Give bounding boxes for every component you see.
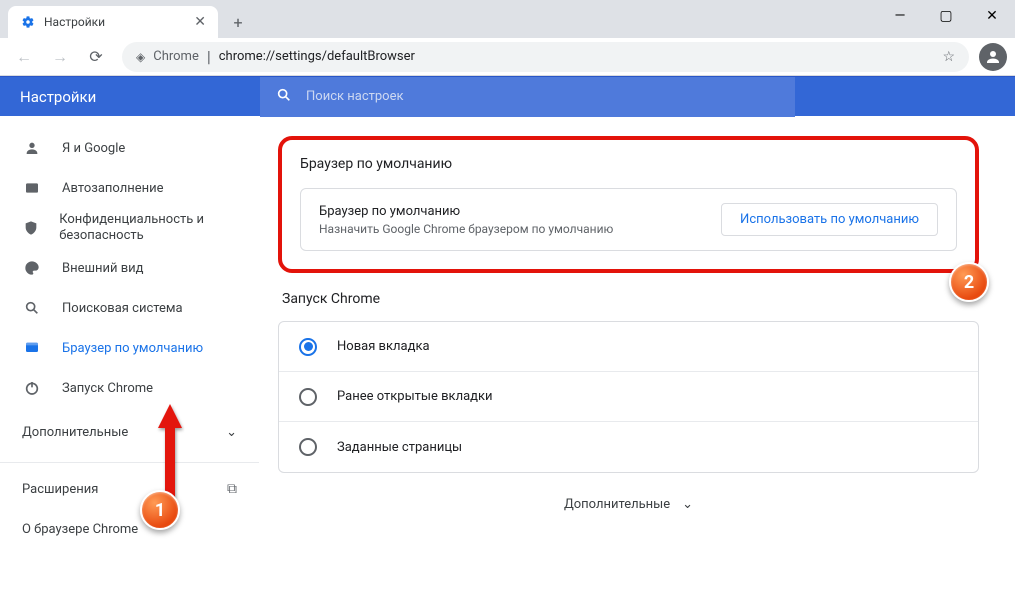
footer-advanced-toggle[interactable]: Дополнительные ⌄ bbox=[278, 497, 979, 512]
sidebar-item-label: Конфиденциальность и безопасность bbox=[59, 212, 259, 243]
close-icon[interactable]: ✕ bbox=[194, 14, 206, 30]
footer-advanced-label: Дополнительные bbox=[564, 497, 670, 512]
search-icon bbox=[276, 87, 292, 107]
sidebar-item-search[interactable]: Поисковая система bbox=[0, 288, 259, 328]
sidebar-item-label: Запуск Chrome bbox=[62, 381, 153, 396]
forward-button[interactable]: → bbox=[44, 41, 76, 73]
radio-unchecked-icon[interactable] bbox=[299, 438, 317, 456]
annotation-badge-1: 1 bbox=[140, 490, 180, 530]
card-subtitle: Назначить Google Chrome браузером по умо… bbox=[319, 222, 613, 236]
radio-checked-icon[interactable] bbox=[299, 338, 317, 356]
browser-tab[interactable]: Настройки ✕ bbox=[8, 6, 218, 38]
search-icon bbox=[22, 300, 42, 316]
sidebar-item-autofill[interactable]: Автозаполнение bbox=[0, 168, 259, 208]
startup-option-continue[interactable]: Ранее открытые вкладки bbox=[279, 372, 978, 422]
radio-label: Заданные страницы bbox=[337, 440, 462, 455]
person-icon bbox=[22, 140, 42, 156]
close-window-button[interactable]: ✕ bbox=[969, 0, 1015, 32]
startup-options-card: Новая вкладка Ранее открытые вкладки Зад… bbox=[278, 321, 979, 473]
page-title: Настройки bbox=[0, 88, 260, 106]
sidebar-item-label: Я и Google bbox=[62, 141, 125, 156]
sidebar-item-label: Поисковая система bbox=[62, 301, 183, 316]
startup-section-title: Запуск Chrome bbox=[282, 291, 979, 307]
window-controls: — ▢ ✕ bbox=[877, 0, 1015, 32]
settings-header: Настройки bbox=[0, 76, 1015, 116]
card-title: Браузер по умолчанию bbox=[319, 204, 613, 219]
extensions-label: Расширения bbox=[22, 482, 98, 497]
titlebar: Настройки ✕ + — ▢ ✕ bbox=[0, 0, 1015, 38]
tab-title: Настройки bbox=[44, 15, 186, 29]
palette-icon bbox=[22, 260, 42, 276]
search-input[interactable] bbox=[306, 89, 779, 104]
url-prefix: Chrome bbox=[153, 49, 199, 64]
sidebar-advanced-toggle[interactable]: Дополнительные ⌄ bbox=[0, 408, 259, 456]
default-browser-section-title: Браузер по умолчанию bbox=[300, 156, 957, 172]
toolbar: ← → ⟳ ◈ Chrome | chrome://settings/defau… bbox=[0, 38, 1015, 76]
sidebar-item-startup[interactable]: Запуск Chrome bbox=[0, 368, 259, 408]
maximize-button[interactable]: ▢ bbox=[923, 0, 969, 32]
sidebar-item-label: Внешний вид bbox=[62, 261, 144, 276]
shield-icon bbox=[22, 220, 39, 236]
main-content: Браузер по умолчанию Браузер по умолчани… bbox=[260, 76, 1015, 599]
sidebar-item-label: Браузер по умолчанию bbox=[62, 341, 203, 356]
address-bar[interactable]: ◈ Chrome | chrome://settings/defaultBrow… bbox=[122, 42, 969, 72]
about-label: О браузере Chrome bbox=[22, 522, 138, 537]
advanced-label: Дополнительные bbox=[22, 425, 128, 440]
divider bbox=[0, 462, 259, 463]
chevron-down-icon: ⌄ bbox=[226, 425, 237, 440]
settings-search[interactable] bbox=[260, 77, 795, 117]
default-browser-card: Браузер по умолчанию Назначить Google Ch… bbox=[300, 188, 957, 251]
sidebar-item-appearance[interactable]: Внешний вид bbox=[0, 248, 259, 288]
bookmark-icon[interactable]: ☆ bbox=[942, 49, 955, 65]
sidebar-about-link[interactable]: О браузере Chrome bbox=[0, 509, 259, 549]
autofill-icon bbox=[22, 180, 42, 196]
reload-button[interactable]: ⟳ bbox=[80, 41, 112, 73]
external-link-icon: ⧉ bbox=[227, 481, 237, 497]
browser-icon bbox=[22, 340, 42, 356]
make-default-button[interactable]: Использовать по умолчанию bbox=[721, 203, 938, 236]
new-tab-button[interactable]: + bbox=[224, 8, 252, 36]
back-button[interactable]: ← bbox=[8, 41, 40, 73]
startup-option-specific[interactable]: Заданные страницы bbox=[279, 422, 978, 472]
radio-unchecked-icon[interactable] bbox=[299, 388, 317, 406]
minimize-button[interactable]: — bbox=[877, 0, 923, 32]
radio-label: Новая вкладка bbox=[337, 339, 430, 354]
sidebar-item-label: Автозаполнение bbox=[62, 181, 164, 196]
sidebar: Я и Google Автозаполнение Конфиденциальн… bbox=[0, 76, 260, 599]
sidebar-item-privacy[interactable]: Конфиденциальность и безопасность bbox=[0, 208, 259, 248]
url-path: chrome://settings/defaultBrowser bbox=[219, 49, 415, 64]
chevron-down-icon: ⌄ bbox=[682, 497, 693, 512]
sidebar-item-default-browser[interactable]: Браузер по умолчанию bbox=[0, 328, 259, 368]
radio-label: Ранее открытые вкладки bbox=[337, 389, 493, 404]
highlighted-section: Браузер по умолчанию Браузер по умолчани… bbox=[278, 136, 979, 273]
startup-option-newtab[interactable]: Новая вкладка bbox=[279, 322, 978, 372]
annotation-badge-2: 2 bbox=[949, 262, 989, 302]
power-icon bbox=[22, 380, 42, 396]
sidebar-extensions-link[interactable]: Расширения ⧉ bbox=[0, 469, 259, 509]
gear-icon bbox=[20, 14, 36, 30]
sidebar-item-you-and-google[interactable]: Я и Google bbox=[0, 128, 259, 168]
profile-avatar[interactable] bbox=[979, 43, 1007, 71]
site-info-icon[interactable]: ◈ bbox=[136, 50, 145, 64]
